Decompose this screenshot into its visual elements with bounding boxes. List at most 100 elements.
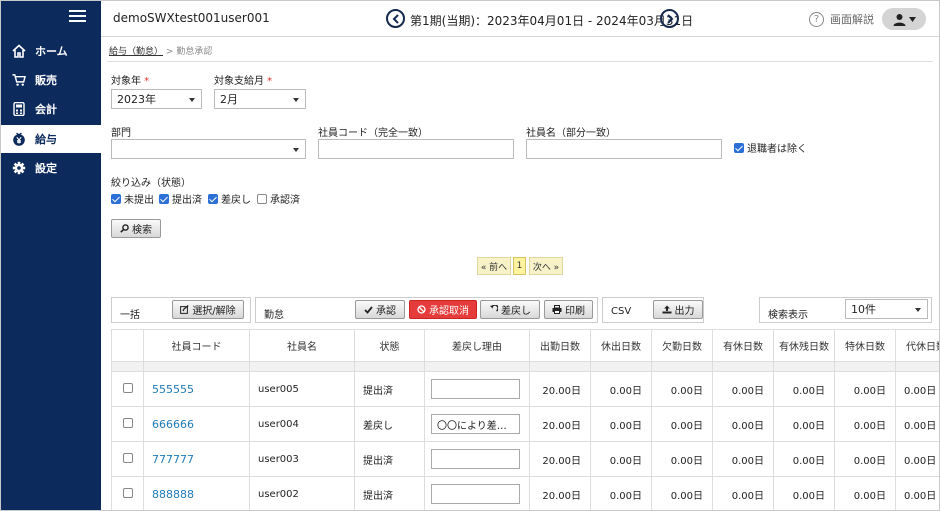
checkbox-box[interactable] — [734, 142, 744, 153]
status-unsubmitted-checkbox[interactable]: 未提出 — [111, 191, 154, 206]
home-icon — [12, 44, 26, 58]
compensatory-leave-days: 0.00日 — [895, 371, 939, 407]
search-button[interactable]: 検索 — [111, 219, 161, 238]
row-checkbox[interactable] — [122, 418, 133, 428]
checkbox-box[interactable] — [257, 193, 267, 204]
check-icon — [364, 305, 373, 314]
sidebar-item-label: 設定 — [35, 162, 57, 175]
column-header[interactable]: 代休日数 — [895, 329, 939, 362]
pager-prev-button[interactable]: « 前へ — [477, 257, 511, 275]
checkbox-box[interactable] — [159, 193, 169, 204]
exclude-retired-checkbox[interactable]: 退職者は除く — [734, 140, 807, 155]
status-returned-checkbox[interactable]: 差戻し — [208, 191, 251, 206]
gear-icon — [12, 161, 26, 175]
next-period-button[interactable] — [660, 9, 679, 28]
prev-period-button[interactable] — [386, 9, 405, 28]
absence-days: 0.00日 — [651, 441, 713, 477]
cancel-approval-button[interactable]: 承認取消 — [409, 300, 477, 319]
sidebar-item-sales[interactable]: 販売 — [1, 66, 101, 94]
return-reason-input[interactable] — [431, 449, 520, 469]
bulk-label: 一括 — [120, 310, 140, 321]
display-count-select[interactable]: 10件 — [845, 299, 928, 319]
column-header[interactable]: 欠勤日数 — [651, 329, 713, 362]
special-leave-days: 0.00日 — [834, 441, 896, 477]
holiday-work-days: 0.00日 — [590, 441, 652, 477]
menu-icon[interactable] — [69, 10, 86, 23]
table-row: 555555 user005 提出済 20.00日 0.00日 0.00日 0.… — [111, 371, 939, 407]
undo-icon — [489, 305, 498, 312]
absence-days: 0.00日 — [651, 406, 713, 442]
status-submitted-checkbox[interactable]: 提出済 — [159, 191, 202, 206]
column-header[interactable]: 特休日数 — [834, 329, 896, 362]
caret-down-icon — [908, 16, 916, 22]
employee-code-link[interactable]: 555555 — [152, 383, 194, 396]
approve-button[interactable]: 承認 — [355, 300, 405, 319]
sidebar-item-payroll[interactable]: 給与 — [1, 125, 101, 153]
cart-icon — [12, 73, 26, 87]
employee-code-link[interactable]: 888888 — [152, 488, 194, 501]
employee-code-link[interactable]: 666666 — [152, 418, 194, 431]
print-button[interactable]: 印刷 — [544, 300, 593, 319]
user-menu-button[interactable] — [882, 8, 926, 30]
attendance-table: 社員コード 社員名 状態 差戻し理由 出勤日数 休出日数 欠勤日数 有休日数 有… — [111, 329, 939, 510]
sidebar-item-settings[interactable]: 設定 — [1, 154, 101, 182]
checkbox-box[interactable] — [208, 193, 218, 204]
sidebar-item-label: 販売 — [35, 74, 57, 87]
target-year-select[interactable]: 2023年 — [111, 89, 202, 109]
employee-code-input[interactable] — [318, 139, 514, 159]
column-header[interactable]: 社員コード — [143, 329, 250, 362]
breadcrumb-current: 勤怠承認 — [176, 47, 213, 57]
status-approved-checkbox[interactable]: 承認済 — [257, 191, 300, 206]
divider — [107, 61, 933, 62]
table-row: 888888 user002 提出済 20.00日 0.00日 0.00日 0.… — [111, 476, 939, 510]
app-window: ホーム 販売 会計 給与 設定 demoSWXtest001user001 第1… — [0, 0, 940, 511]
print-icon — [552, 305, 562, 314]
row-checkbox[interactable] — [122, 488, 133, 498]
table-row: 666666 user004 差戻し 〇〇により差… 20.00日 0.00日 … — [111, 406, 939, 442]
pager-next-button[interactable]: 次へ » — [529, 257, 563, 275]
employee-name: user004 — [249, 406, 355, 442]
csv-label: CSV — [611, 306, 632, 317]
table-row: 777777 user003 提出済 20.00日 0.00日 0.00日 0.… — [111, 441, 939, 477]
return-reason-input[interactable] — [431, 379, 520, 399]
target-month-select[interactable]: 2月 — [214, 89, 306, 109]
column-header[interactable]: 社員名 — [249, 329, 355, 362]
attendance-days: 20.00日 — [529, 476, 591, 510]
employee-code-link[interactable]: 777777 — [152, 453, 194, 466]
csv-export-button[interactable]: 出力 — [653, 300, 703, 319]
sidebar-item-label: ホーム — [35, 45, 68, 58]
table-spacer-row — [111, 361, 939, 372]
row-checkbox[interactable] — [122, 383, 133, 393]
select-toggle-button[interactable]: 選択/解除 — [172, 300, 244, 319]
sidebar-item-accounting[interactable]: 会計 — [1, 95, 101, 123]
compensatory-leave-days: 0.00日 — [895, 406, 939, 442]
return-button[interactable]: 差戻し — [480, 300, 540, 319]
column-header[interactable]: 出勤日数 — [529, 329, 591, 362]
column-header[interactable]: 有休残日数 — [773, 329, 835, 362]
special-leave-days: 0.00日 — [834, 406, 896, 442]
holiday-work-days: 0.00日 — [590, 371, 652, 407]
bulk-select-panel: 一括 選択/解除 — [111, 297, 251, 323]
holiday-work-days: 0.00日 — [590, 406, 652, 442]
checkbox-box[interactable] — [111, 193, 121, 204]
sidebar: ホーム 販売 会計 給与 設定 — [1, 1, 101, 510]
department-select[interactable] — [111, 139, 306, 159]
upload-icon — [662, 305, 671, 314]
display-count-label: 検索表示 — [768, 310, 808, 321]
column-header[interactable]: 状態 — [354, 329, 425, 362]
holiday-work-days: 0.00日 — [590, 476, 652, 510]
status-cell: 差戻し — [354, 406, 425, 442]
column-header[interactable]: 有休日数 — [712, 329, 774, 362]
employee-code-label: 社員コード（完全一致） — [318, 128, 428, 139]
help-link[interactable]: ? 画面解説 — [809, 11, 874, 27]
header: demoSWXtest001user001 第1期(当期)：2023年04月01… — [101, 1, 939, 37]
breadcrumb-payroll-link[interactable]: 給与（勤怠） — [109, 47, 163, 57]
return-reason-input[interactable]: 〇〇により差… — [431, 414, 520, 434]
calculator-icon — [12, 102, 26, 116]
column-header[interactable]: 休出日数 — [590, 329, 652, 362]
employee-name-input[interactable] — [526, 139, 722, 159]
row-checkbox[interactable] — [122, 453, 133, 463]
search-icon — [120, 224, 129, 233]
sidebar-item-home[interactable]: ホーム — [1, 37, 101, 65]
return-reason-input[interactable] — [431, 484, 520, 504]
